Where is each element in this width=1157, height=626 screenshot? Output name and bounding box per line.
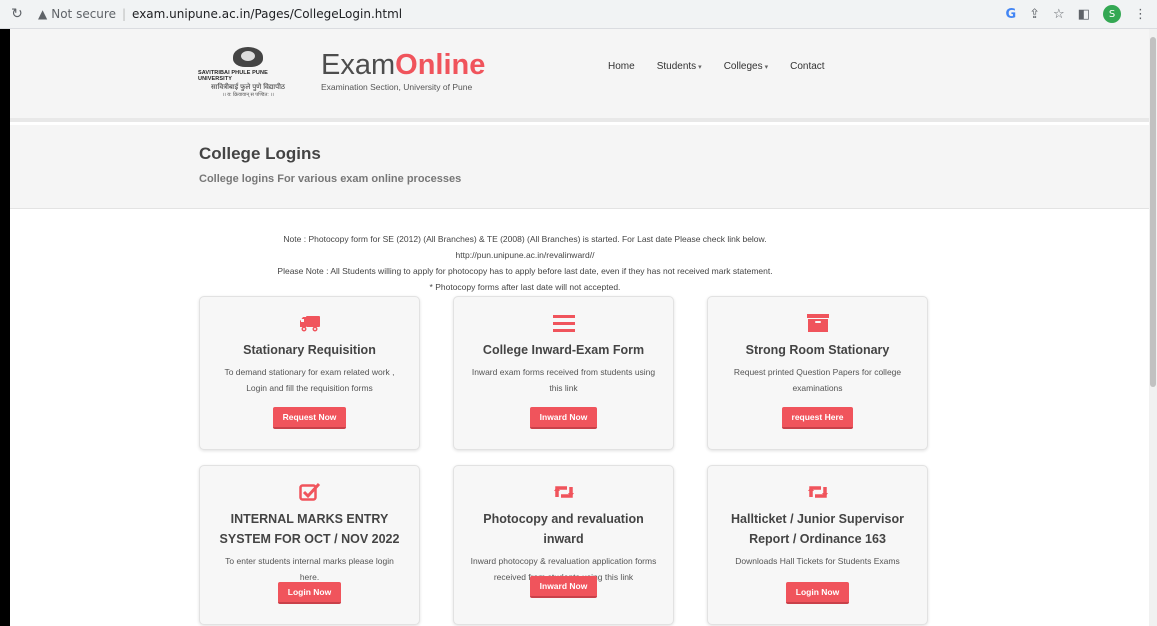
card-title: Photocopy and revaluation inward [483, 512, 644, 546]
page-subtitle: College logins For various exam online p… [199, 173, 462, 185]
card-internal-marks: INTERNAL MARKS ENTRY SYSTEM FOR OCT / NO… [199, 465, 420, 625]
page-scrollbar[interactable] [1149, 29, 1157, 626]
notice-link[interactable]: http://pun.unipune.ac.in/revalinward// [10, 247, 1040, 263]
google-lens-icon[interactable]: G [1005, 7, 1016, 22]
card-description: Inward exam forms received from students… [471, 367, 656, 393]
inward-now-button[interactable]: Inward Now [529, 576, 598, 598]
share-icon[interactable]: ⇪ [1029, 7, 1040, 22]
card-photocopy-revaluation: Photocopy and revaluation inward Inward … [453, 465, 674, 625]
main-nav: Home Students ▾ Colleges ▾ Contact [597, 61, 836, 72]
site-header: SAVITRIBAI PHULE PUNE UNIVERSITY सावित्र… [10, 29, 1149, 122]
nav-home[interactable]: Home [597, 61, 646, 72]
address-separator: | [121, 7, 127, 21]
card-title: College Inward-Exam Form [482, 343, 645, 357]
notice-line: Note : Photocopy form for SE (2012) (All… [283, 234, 767, 244]
bookmark-star-icon[interactable]: ☆ [1053, 7, 1065, 22]
caret-down-icon: ▾ [698, 64, 702, 71]
side-panel-icon[interactable]: ◧ [1078, 7, 1090, 22]
brand-accent: Online [395, 49, 486, 81]
page-viewport: SAVITRIBAI PHULE PUNE UNIVERSITY सावित्र… [10, 29, 1149, 626]
card-hallticket: Hallticket / Junior Supervisor Report / … [707, 465, 928, 625]
card-stationary-requisition: Stationary Requisition To demand station… [199, 296, 420, 450]
nav-colleges-label: Colleges [723, 61, 763, 72]
logo-text-english: SAVITRIBAI PHULE PUNE UNIVERSITY [198, 70, 268, 82]
university-logo[interactable]: SAVITRIBAI PHULE PUNE UNIVERSITY सावित्र… [198, 47, 298, 103]
notice-line: Please Note : All Students willing to ap… [277, 266, 773, 276]
notice-line: * Photocopy forms after last date will n… [429, 282, 621, 292]
page-title: College Logins [199, 144, 321, 163]
site-brand[interactable]: ExamOnline Examination Section, Universi… [321, 50, 485, 92]
card-button-wrap: request Here [708, 407, 927, 429]
emblem-icon [233, 47, 263, 67]
card-button-wrap: Inward Now [454, 407, 673, 429]
card-title: Strong Room Stationary [745, 343, 890, 357]
card-description: To demand stationary for exam related wo… [224, 367, 395, 393]
card-button-wrap: Login Now [708, 582, 927, 604]
archive-icon [806, 314, 829, 332]
notice-block: Note : Photocopy form for SE (2012) (All… [10, 231, 1040, 295]
menu-kebab-icon[interactable]: ⋮ [1134, 7, 1147, 22]
window-left-edge [0, 29, 10, 626]
warning-icon[interactable]: ▲ [38, 7, 47, 21]
profile-avatar[interactable]: S [1103, 5, 1121, 23]
login-now-button[interactable]: Login Now [785, 582, 850, 604]
retweet-icon [807, 483, 829, 501]
list-icon [552, 314, 575, 332]
caret-down-icon: ▾ [764, 64, 769, 71]
brand-title: ExamOnline [321, 50, 485, 80]
logo-text-marathi: सावित्रीबाई फुले पुणे विद्यापीठ [211, 84, 285, 91]
card-description: To enter students internal marks please … [225, 556, 394, 582]
nav-colleges[interactable]: Colleges ▾ [713, 61, 779, 72]
address-bar[interactable]: ▲ Not secure | exam.unipune.ac.in/Pages/… [38, 3, 402, 25]
card-strong-room: Strong Room Stationary Request printed Q… [707, 296, 928, 450]
login-now-button[interactable]: Login Now [277, 582, 342, 604]
inward-now-button[interactable]: Inward Now [529, 407, 598, 429]
card-title: Stationary Requisition [243, 343, 376, 357]
checkbox-icon [298, 483, 321, 501]
nav-contact[interactable]: Contact [779, 61, 835, 72]
card-description: Request printed Question Papers for coll… [733, 367, 902, 393]
brand-plain: Exam [321, 49, 396, 81]
logo-motto: ।। य: क्रियावान् स पण्डित: ।। [222, 92, 274, 98]
card-title: INTERNAL MARKS ENTRY SYSTEM FOR OCT / NO… [219, 512, 400, 546]
retweet-icon [553, 483, 575, 501]
security-label[interactable]: Not secure [51, 7, 116, 21]
card-description: Downloads Hall Tickets for Students Exam… [735, 556, 900, 566]
reload-icon[interactable]: ↻ [4, 6, 30, 22]
nav-students[interactable]: Students ▾ [646, 61, 713, 72]
truck-icon [299, 314, 321, 332]
page-heading-section: College Logins College logins For variou… [10, 125, 1149, 209]
request-now-button[interactable]: Request Now [272, 407, 347, 429]
browser-actions: G ⇪ ☆ ◧ S ⋮ [1005, 5, 1147, 23]
scrollbar-thumb[interactable] [1150, 37, 1156, 387]
card-title: Hallticket / Junior Supervisor Report / … [731, 512, 904, 546]
card-button-wrap: Request Now [200, 407, 419, 429]
browser-toolbar: ↻ ▲ Not secure | exam.unipune.ac.in/Page… [0, 0, 1157, 29]
url-text[interactable]: exam.unipune.ac.in/Pages/CollegeLogin.ht… [132, 7, 402, 21]
card-button-wrap: Login Now [200, 582, 419, 604]
card-college-inward: College Inward-Exam Form Inward exam for… [453, 296, 674, 450]
card-button-wrap: Inward Now [454, 576, 673, 598]
brand-subtitle: Examination Section, University of Pune [321, 82, 473, 92]
nav-students-label: Students [656, 61, 697, 72]
request-here-button[interactable]: request Here [781, 407, 854, 429]
